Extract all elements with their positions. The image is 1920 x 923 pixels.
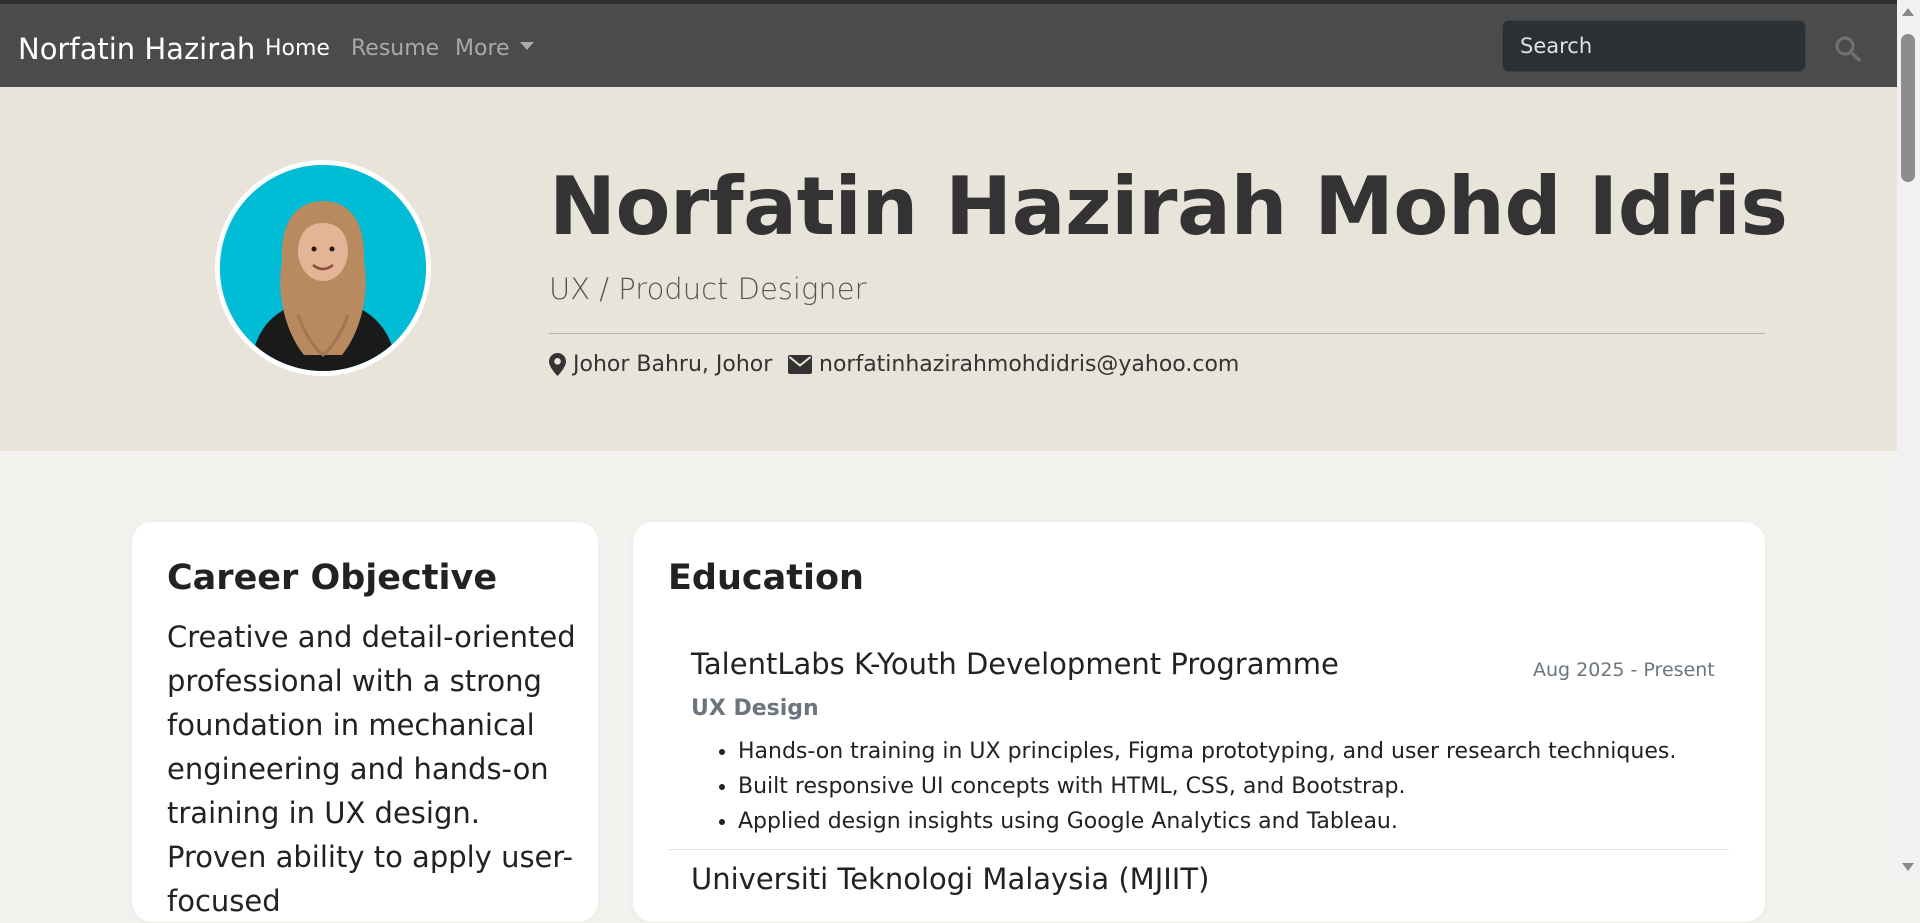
career-objective-card: Career Objective Creative and detail-ori… <box>132 522 598 922</box>
profile-avatar <box>215 160 431 376</box>
education-bullet-list: Hands-on training in UX principles, Figm… <box>692 736 1676 841</box>
education-school: TalentLabs K-Youth Development Programme <box>691 647 1339 681</box>
nav-link-home[interactable]: Home <box>265 36 330 61</box>
hero-job-title: UX / Product Designer <box>549 272 867 306</box>
education-heading: Education <box>668 558 864 598</box>
hero-divider <box>549 333 1765 334</box>
scroll-down-arrow-icon[interactable] <box>1902 863 1914 871</box>
profile-photo <box>220 165 426 371</box>
scrollbar-thumb[interactable] <box>1901 34 1915 182</box>
contact-location: Johor Bahru, Johor <box>549 352 772 377</box>
career-objective-text: Creative and detail-oriented professiona… <box>167 620 576 918</box>
hero-name: Norfatin Hazirah Mohd Idris <box>549 160 1788 253</box>
contact-email: norfatinhazirahmohdidris@yahoo.com <box>788 352 1239 377</box>
search-icon <box>1835 36 1861 62</box>
education-dates: Aug 2025 - Present <box>1533 659 1715 681</box>
career-objective-heading: Career Objective <box>167 558 498 598</box>
education-field: UX Design <box>691 696 819 721</box>
location-text: Johor Bahru, Johor <box>573 352 773 377</box>
scroll-up-arrow-icon[interactable] <box>1902 8 1914 16</box>
nav-dropdown-more-label: More <box>455 36 510 61</box>
nav-link-resume[interactable]: Resume <box>351 36 439 61</box>
map-marker-icon <box>549 353 566 376</box>
search-button[interactable] <box>1833 34 1863 64</box>
education-school: Universiti Teknologi Malaysia (MJIIT) <box>691 862 1210 896</box>
envelope-icon <box>788 355 812 374</box>
navbar-brand[interactable]: Norfatin Hazirah <box>18 32 255 66</box>
nav-dropdown-more[interactable]: More <box>455 36 534 61</box>
list-item: Built responsive UI concepts with HTML, … <box>738 771 1676 806</box>
search-input[interactable] <box>1502 20 1806 72</box>
navbar: Norfatin Hazirah Home Resume More <box>0 0 1897 87</box>
list-item: Applied design insights using Google Ana… <box>738 806 1676 841</box>
email-link[interactable]: norfatinhazirahmohdidris@yahoo.com <box>819 352 1239 377</box>
page-scrollbar[interactable] <box>1897 0 1920 879</box>
education-divider <box>668 849 1729 850</box>
list-item: Hands-on training in UX principles, Figm… <box>738 736 1676 771</box>
chevron-down-icon <box>519 42 534 50</box>
